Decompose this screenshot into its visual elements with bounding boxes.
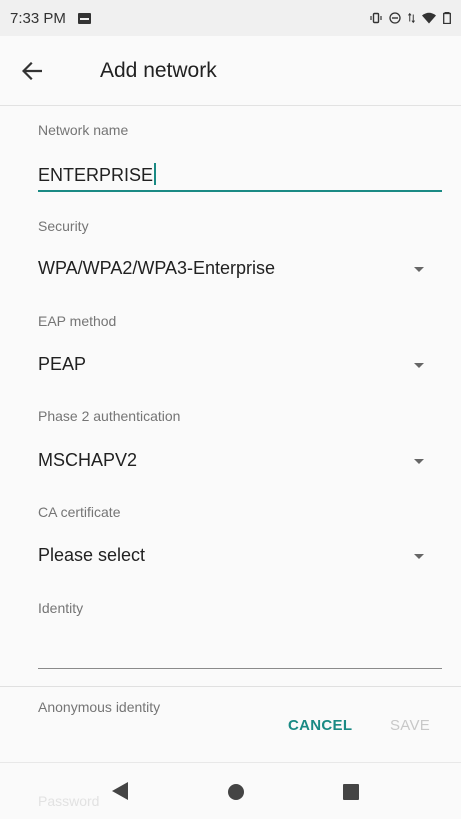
security-label: Security — [38, 218, 89, 234]
status-bar: 7:33 PM — [0, 0, 461, 36]
arrow-left-icon — [22, 61, 42, 80]
save-button[interactable]: SAVE — [390, 717, 430, 734]
ca-certificate-label: CA certificate — [38, 504, 121, 520]
eap-method-dropdown[interactable]: PEAP — [38, 354, 86, 375]
ca-certificate-dropdown[interactable]: Please select — [38, 545, 145, 566]
dnd-icon — [389, 12, 401, 24]
notification-icon — [77, 12, 91, 24]
network-name-underline — [38, 190, 442, 192]
security-value: WPA/WPA2/WPA3-Enterprise — [38, 258, 276, 278]
anonymous-identity-label: Anonymous identity — [38, 699, 161, 715]
identity-underline — [38, 668, 442, 669]
security-dropdown-arrow-icon[interactable] — [414, 267, 424, 272]
add-network-form: Network name ENTERPRISE Security WPA/WPA… — [38, 106, 442, 686]
identity-label: Identity — [38, 600, 84, 616]
data-arrows-icon — [408, 12, 415, 24]
dialog-actions: Anonymous identity CANCEL SAVE — [0, 686, 461, 762]
nav-recents-icon[interactable] — [343, 784, 359, 800]
phase2-value: MSCHAPV2 — [38, 450, 138, 470]
page-title: Add network — [100, 58, 217, 82]
phase2-dropdown[interactable]: MSCHAPV2 — [38, 450, 137, 471]
vibrate-icon — [370, 12, 382, 24]
ca-certificate-dropdown-arrow-icon[interactable] — [414, 554, 424, 559]
nav-home-icon[interactable] — [228, 784, 244, 800]
eap-method-label: EAP method — [38, 313, 117, 329]
network-name-value: ENTERPRISE — [38, 165, 154, 185]
text-cursor — [154, 163, 157, 185]
network-name-label: Network name — [38, 122, 129, 138]
cancel-button[interactable]: CANCEL — [288, 717, 352, 734]
navigation-bar: Password — [0, 762, 461, 819]
eap-method-value: PEAP — [38, 354, 87, 374]
identity-input[interactable] — [38, 636, 442, 668]
ca-certificate-value: Please select — [38, 545, 146, 565]
security-dropdown[interactable]: WPA/WPA2/WPA3-Enterprise — [38, 258, 275, 279]
wifi-icon — [422, 12, 436, 24]
password-label: Password — [38, 793, 100, 809]
eap-method-dropdown-arrow-icon[interactable] — [414, 363, 424, 368]
phase2-dropdown-arrow-icon[interactable] — [414, 459, 424, 464]
status-icons — [370, 12, 451, 24]
back-button[interactable] — [0, 36, 64, 106]
battery-icon — [443, 12, 451, 24]
network-name-input[interactable]: ENTERPRISE — [38, 163, 157, 186]
app-bar: Add network — [0, 36, 461, 106]
phase2-label: Phase 2 authentication — [38, 408, 181, 424]
status-time: 7:33 PM — [10, 9, 66, 27]
nav-back-icon[interactable] — [112, 782, 128, 800]
